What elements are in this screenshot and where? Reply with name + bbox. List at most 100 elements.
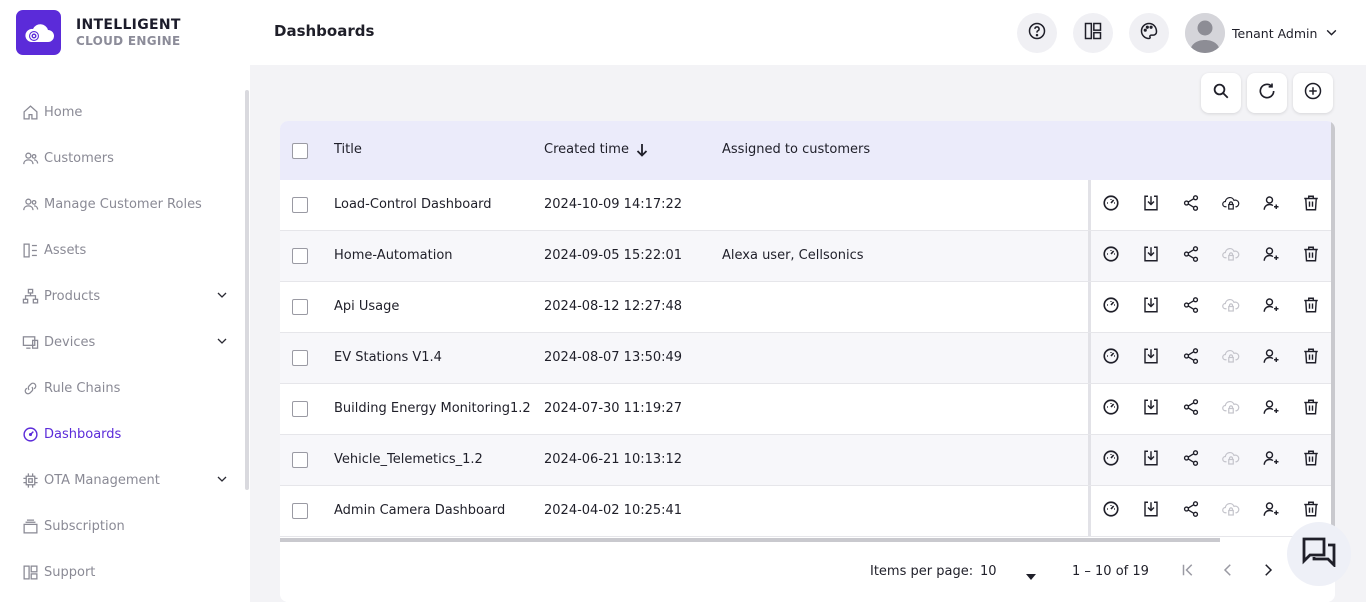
assign-customers-button[interactable]	[1251, 338, 1291, 378]
delete-dashboard-button[interactable]	[1291, 440, 1331, 480]
sidebar-item-customers[interactable]: Customers	[0, 135, 244, 181]
column-header-created-time[interactable]: Created time	[544, 142, 648, 157]
chevron-left-icon	[1219, 561, 1237, 583]
items-per-page-select[interactable]: 10	[980, 560, 1036, 584]
sidebar-item-subscription[interactable]: Subscription	[0, 503, 244, 549]
export-dashboard-button[interactable]	[1131, 491, 1171, 531]
chat-icon	[1302, 537, 1336, 571]
export-dashboard-button[interactable]	[1131, 389, 1171, 429]
make-public-button[interactable]	[1211, 440, 1251, 480]
support-icon	[21, 563, 39, 581]
theme-button[interactable]	[1129, 13, 1169, 53]
created-time-cell: 2024-09-05 15:22:01	[544, 248, 683, 263]
trash-icon	[1302, 245, 1320, 267]
make-public-button[interactable]	[1211, 236, 1251, 276]
make-public-button[interactable]	[1211, 389, 1251, 429]
user-menu[interactable]: Tenant Admin	[1185, 13, 1338, 53]
sidebar-item-ota-management[interactable]: OTA Management	[0, 457, 244, 503]
open-dashboard-button[interactable]	[1091, 440, 1131, 480]
sidebar-item-products[interactable]: Products	[0, 273, 244, 319]
open-dashboard-button[interactable]	[1091, 236, 1131, 276]
delete-dashboard-button[interactable]	[1291, 338, 1331, 378]
share-dashboard-button[interactable]	[1171, 236, 1211, 276]
share-dashboard-button[interactable]	[1171, 338, 1211, 378]
refresh-button[interactable]	[1247, 73, 1287, 113]
row-checkbox[interactable]	[292, 401, 308, 417]
export-dashboard-button[interactable]	[1131, 236, 1171, 276]
make-public-button[interactable]	[1211, 185, 1251, 225]
table-row[interactable]: Vehicle_Telemetics_1.2 2024-06-21 10:13:…	[280, 435, 1335, 486]
make-public-button[interactable]	[1211, 287, 1251, 327]
sidebar-item-devices[interactable]: Devices	[0, 319, 244, 365]
sidebar-scrollbar[interactable]	[245, 90, 249, 490]
assign-customers-button[interactable]	[1251, 287, 1291, 327]
cloud-gear-icon	[16, 10, 61, 55]
help-button[interactable]	[1017, 13, 1057, 53]
column-header-assigned-customers[interactable]: Assigned to customers	[722, 142, 870, 157]
delete-dashboard-button[interactable]	[1291, 236, 1331, 276]
sidebar-item-home[interactable]: Home	[0, 89, 244, 135]
make-public-button[interactable]	[1211, 491, 1251, 531]
sidebar-item-label: Home	[44, 104, 83, 120]
previous-page-button[interactable]	[1212, 556, 1244, 588]
open-dashboard-button[interactable]	[1091, 338, 1131, 378]
delete-dashboard-button[interactable]	[1291, 287, 1331, 327]
table-row[interactable]: Admin Camera Dashboard 2024-04-02 10:25:…	[280, 486, 1335, 537]
share-dashboard-button[interactable]	[1171, 287, 1211, 327]
chevron-down-icon[interactable]	[216, 289, 228, 305]
chevron-down-icon[interactable]	[216, 473, 228, 489]
export-dashboard-button[interactable]	[1131, 185, 1171, 225]
next-page-button[interactable]	[1252, 556, 1284, 588]
layout-button[interactable]	[1073, 13, 1113, 53]
table-row[interactable]: Home-Automation 2024-09-05 15:22:01 Alex…	[280, 231, 1335, 282]
share-dashboard-button[interactable]	[1171, 185, 1211, 225]
first-page-button[interactable]	[1172, 556, 1204, 588]
table-row[interactable]: Building Energy Monitoring1.2 2024-07-30…	[280, 384, 1335, 435]
add-dashboard-button[interactable]	[1293, 73, 1333, 113]
make-public-button[interactable]	[1211, 338, 1251, 378]
delete-dashboard-button[interactable]	[1291, 389, 1331, 429]
delete-dashboard-button[interactable]	[1291, 185, 1331, 225]
share-dashboard-button[interactable]	[1171, 491, 1211, 531]
table-row[interactable]: EV Stations V1.4 2024-08-07 13:50:49	[280, 333, 1335, 384]
search-button[interactable]	[1201, 73, 1241, 113]
assign-customers-button[interactable]	[1251, 185, 1291, 225]
chevron-down-icon[interactable]	[216, 335, 228, 351]
share-dashboard-button[interactable]	[1171, 389, 1211, 429]
assign-customers-button[interactable]	[1251, 440, 1291, 480]
page-range: 1 – 10 of 19	[1072, 564, 1149, 579]
export-dashboard-button[interactable]	[1131, 338, 1171, 378]
row-checkbox[interactable]	[292, 299, 308, 315]
row-checkbox[interactable]	[292, 350, 308, 366]
table-row[interactable]: Load-Control Dashboard 2024-10-09 14:17:…	[280, 180, 1335, 231]
open-dashboard-button[interactable]	[1091, 287, 1131, 327]
assign-customers-button[interactable]	[1251, 389, 1291, 429]
sidebar-item-assets[interactable]: Assets	[0, 227, 244, 273]
row-checkbox[interactable]	[292, 197, 308, 213]
row-checkbox[interactable]	[292, 248, 308, 264]
open-dashboard-button[interactable]	[1091, 389, 1131, 429]
link-icon	[21, 379, 39, 397]
chat-button[interactable]	[1287, 522, 1351, 586]
column-header-title[interactable]: Title	[334, 142, 362, 157]
assign-customers-button[interactable]	[1251, 236, 1291, 276]
open-dashboard-button[interactable]	[1091, 491, 1131, 531]
sidebar-item-manage-customer-roles[interactable]: Manage Customer Roles	[0, 181, 244, 227]
open-dashboard-button[interactable]	[1091, 185, 1131, 225]
sidebar-item-dashboards[interactable]: Dashboards	[0, 411, 244, 457]
brand-logo[interactable]: INTELLIGENT CLOUD ENGINE	[16, 10, 181, 55]
row-checkbox[interactable]	[292, 503, 308, 519]
share-icon	[1182, 500, 1200, 522]
vertical-scrollbar[interactable]	[1331, 121, 1335, 541]
share-dashboard-button[interactable]	[1171, 440, 1211, 480]
first-page-icon	[1179, 561, 1197, 583]
export-dashboard-button[interactable]	[1131, 287, 1171, 327]
select-all-checkbox[interactable]	[292, 143, 308, 159]
row-checkbox[interactable]	[292, 452, 308, 468]
sidebar-item-rule-chains[interactable]: Rule Chains	[0, 365, 244, 411]
table-row[interactable]: Api Usage 2024-08-12 12:27:48	[280, 282, 1335, 333]
trash-icon	[1302, 398, 1320, 420]
export-dashboard-button[interactable]	[1131, 440, 1171, 480]
assign-customers-button[interactable]	[1251, 491, 1291, 531]
sidebar-item-support[interactable]: Support	[0, 549, 244, 595]
